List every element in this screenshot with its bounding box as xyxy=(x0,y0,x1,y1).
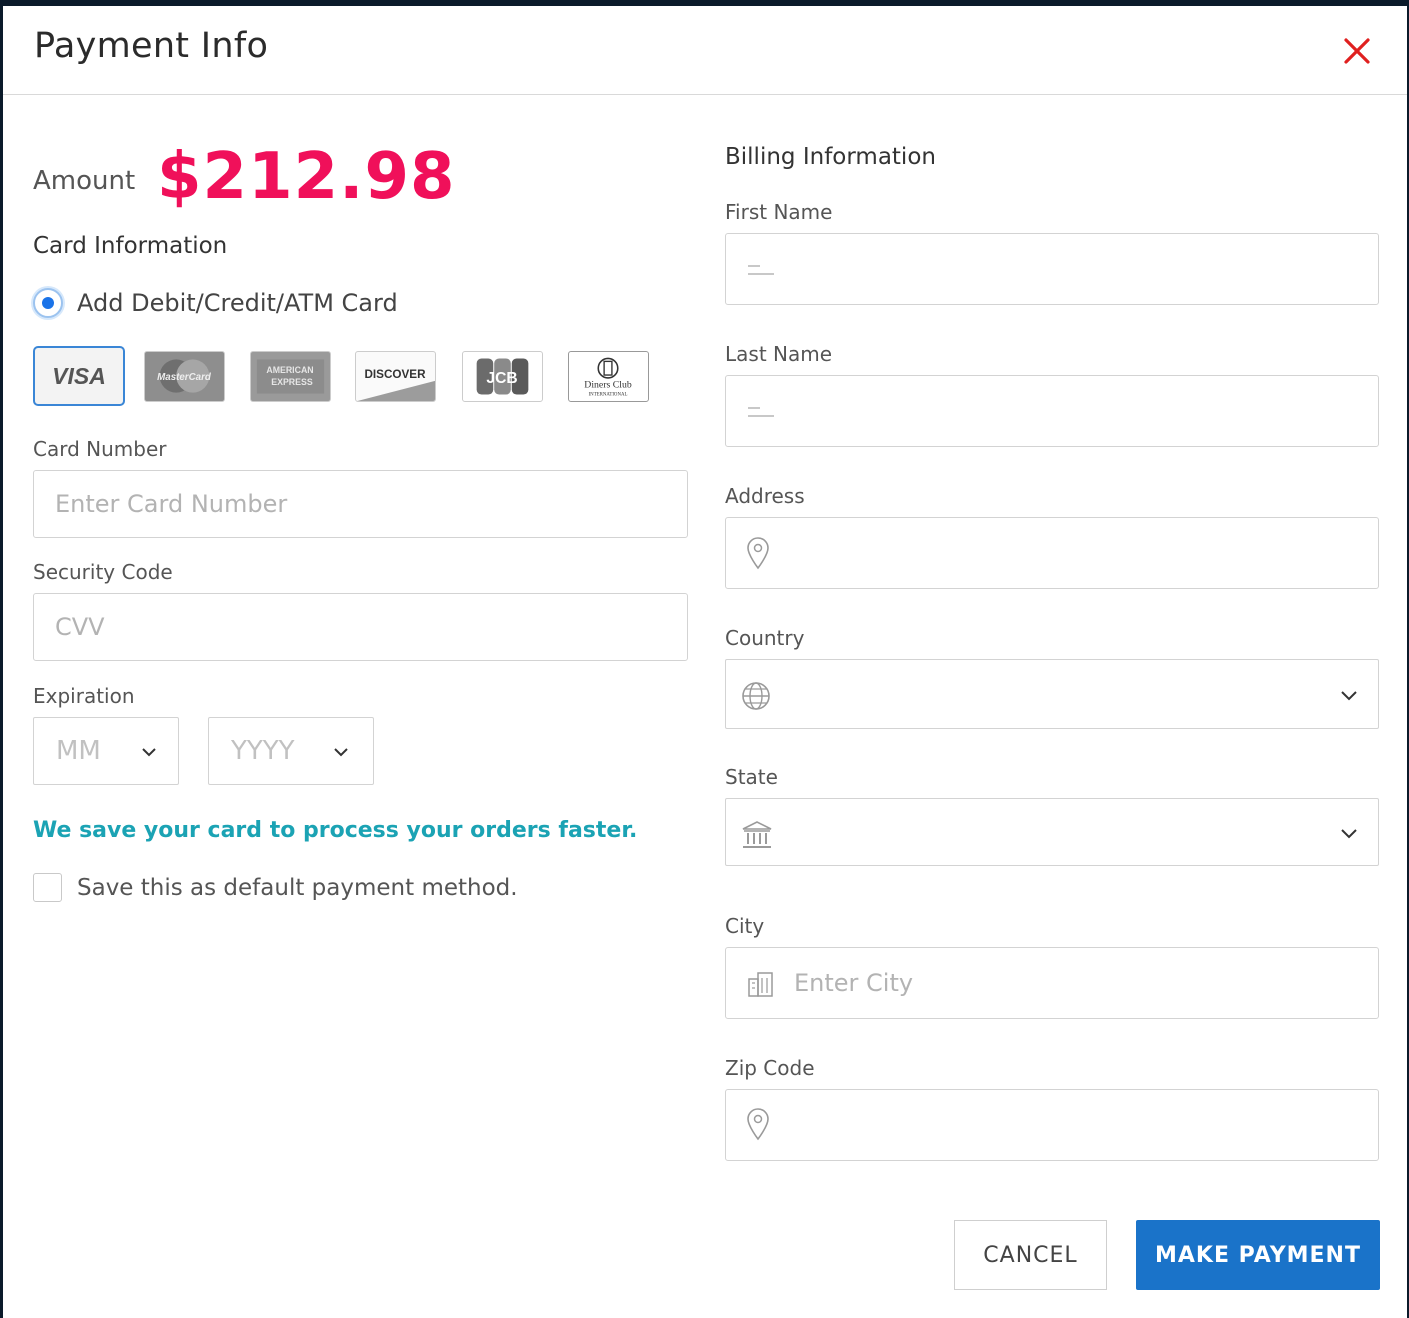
state-label: State xyxy=(725,765,778,789)
first-name-input[interactable] xyxy=(725,233,1379,305)
zip-code-input[interactable] xyxy=(725,1089,1379,1161)
expiration-label: Expiration xyxy=(33,684,135,708)
expiration-year-select[interactable]: YYYY xyxy=(208,717,374,785)
default-payment-checkbox[interactable] xyxy=(33,873,62,902)
country-select[interactable] xyxy=(725,659,1379,729)
diners-club-logo[interactable]: Diners Club INTERNATIONAL xyxy=(568,351,649,402)
svg-text:INTERNATIONAL: INTERNATIONAL xyxy=(589,393,628,398)
default-payment-label: Save this as default payment method. xyxy=(77,874,518,901)
visa-logo[interactable]: VISA xyxy=(33,346,125,406)
location-pin-icon xyxy=(747,537,769,570)
amex-logo[interactable]: AMERICAN EXPRESS xyxy=(250,351,331,402)
city-label: City xyxy=(725,914,765,938)
month-placeholder: MM xyxy=(56,736,101,766)
billing-information-title: Billing Information xyxy=(725,144,936,170)
svg-text:AMERICAN: AMERICAN xyxy=(266,365,313,375)
expiration-month-select[interactable]: MM xyxy=(33,717,179,785)
save-card-note: We save your card to process your orders… xyxy=(33,818,638,843)
chevron-down-icon xyxy=(142,748,156,757)
jcb-logo[interactable]: JCB xyxy=(462,351,543,402)
globe-icon xyxy=(742,682,770,710)
discover-logo[interactable]: DISCOVER xyxy=(355,351,436,402)
country-label: Country xyxy=(725,626,805,650)
make-payment-button[interactable]: MAKE PAYMENT xyxy=(1136,1220,1380,1290)
first-name-label: First Name xyxy=(725,200,833,224)
default-payment-option[interactable]: Save this as default payment method. xyxy=(33,873,518,902)
payment-modal: Payment Info Amount $212.98 Card Informa… xyxy=(3,6,1407,1318)
state-select[interactable] xyxy=(725,798,1379,866)
chevron-down-icon xyxy=(334,748,348,757)
person-icon xyxy=(748,407,774,417)
address-input[interactable] xyxy=(725,517,1379,589)
amount-value: $212.98 xyxy=(157,140,456,214)
svg-text:EXPRESS: EXPRESS xyxy=(271,377,313,387)
card-number-input[interactable] xyxy=(33,470,688,538)
card-number-label: Card Number xyxy=(33,437,167,461)
svg-text:MasterCard: MasterCard xyxy=(157,372,212,383)
city-building-icon xyxy=(748,972,773,997)
close-icon[interactable] xyxy=(1342,36,1372,66)
person-icon xyxy=(748,265,774,275)
bank-building-icon xyxy=(742,821,772,848)
chevron-down-icon xyxy=(1341,691,1357,701)
svg-text:Diners Club: Diners Club xyxy=(584,380,632,391)
year-placeholder: YYYY xyxy=(231,736,295,766)
last-name-label: Last Name xyxy=(725,342,833,366)
mastercard-logo[interactable]: MasterCard xyxy=(144,351,225,402)
city-input[interactable] xyxy=(725,947,1379,1019)
svg-text:JCB: JCB xyxy=(486,370,517,387)
cancel-button[interactable]: CANCEL xyxy=(954,1220,1107,1290)
chevron-down-icon xyxy=(1341,829,1357,839)
modal-header: Payment Info xyxy=(3,6,1407,95)
modal-title: Payment Info xyxy=(34,26,269,66)
add-card-radio[interactable] xyxy=(33,288,63,318)
add-card-radio-option[interactable]: Add Debit/Credit/ATM Card xyxy=(33,286,398,320)
card-information-title: Card Information xyxy=(33,233,228,259)
address-label: Address xyxy=(725,484,805,508)
amount-label: Amount xyxy=(33,166,136,196)
cvv-input[interactable] xyxy=(33,593,688,661)
svg-text:VISA: VISA xyxy=(52,363,106,389)
last-name-input[interactable] xyxy=(725,375,1379,447)
add-card-radio-label: Add Debit/Credit/ATM Card xyxy=(77,289,398,317)
location-pin-icon xyxy=(747,1108,769,1141)
svg-text:DISCOVER: DISCOVER xyxy=(364,368,426,381)
security-code-label: Security Code xyxy=(33,560,173,584)
zip-code-label: Zip Code xyxy=(725,1056,815,1080)
